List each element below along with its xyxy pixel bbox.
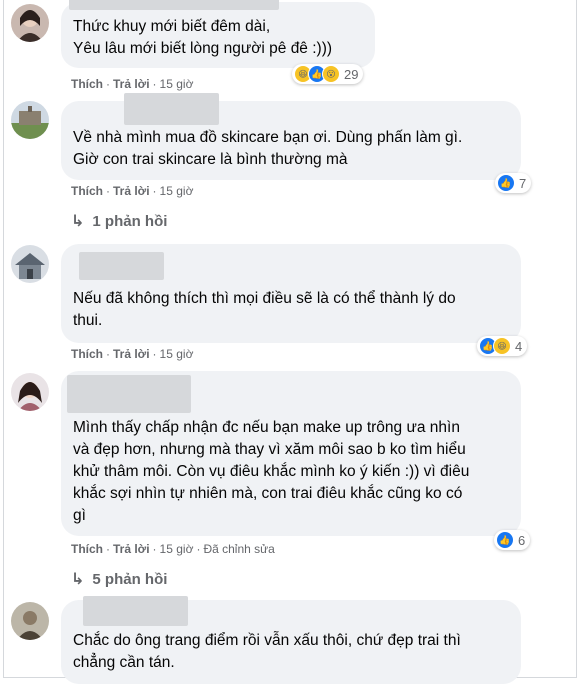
avatar[interactable] xyxy=(11,4,49,42)
haha-icon: 😆 xyxy=(493,337,511,355)
timestamp[interactable]: 15 giờ xyxy=(160,347,194,361)
comment-actions: Thích · Trả lời · 15 giờ · Đã chỉnh sửa xyxy=(71,542,275,556)
edited-label: Đã chỉnh sửa xyxy=(203,542,275,556)
avatar[interactable] xyxy=(11,602,49,640)
reaction-summary[interactable]: 👍 6 xyxy=(494,530,531,550)
reply-arrow-icon: ↳ xyxy=(71,213,85,230)
redacted-name xyxy=(69,0,279,10)
comment-text: Mình thấy chấp nhận đc nếu bạn make up t… xyxy=(73,419,470,524)
redacted-name xyxy=(79,252,164,280)
reply-link[interactable]: Trả lời xyxy=(113,184,150,198)
comment-bubble: Nếu đã không thích thì mọi điều sẽ là có… xyxy=(61,244,521,343)
like-icon: 👍 xyxy=(496,531,514,549)
view-replies-link[interactable]: ↳ 5 phản hồi xyxy=(71,569,167,589)
reaction-count: 7 xyxy=(519,175,527,191)
comment-bubble: Thức khuy mới biết đêm dài, Yêu lâu mới … xyxy=(61,0,375,68)
reaction-summary[interactable]: 😆 👍 😮 29 xyxy=(292,64,364,84)
comment-actions: Thích · Trả lời · 15 giờ xyxy=(71,77,194,91)
like-link[interactable]: Thích xyxy=(71,347,103,361)
reaction-summary[interactable]: 👍 7 xyxy=(495,173,532,193)
comment-text: Về nhà mình mua đồ skincare bạn ơi. Dùng… xyxy=(73,129,463,168)
comment-bubble: Mình thấy chấp nhận đc nếu bạn make up t… xyxy=(61,371,521,536)
avatar[interactable] xyxy=(11,373,49,411)
reply-link[interactable]: Trả lời xyxy=(113,542,150,556)
reaction-count: 4 xyxy=(515,338,523,354)
timestamp[interactable]: 15 giờ xyxy=(160,542,194,556)
comment-text: Nếu đã không thích thì mọi điều sẽ là có… xyxy=(73,290,456,329)
like-link[interactable]: Thích xyxy=(71,184,103,198)
replies-count: 1 phản hồi xyxy=(92,212,168,230)
redacted-name xyxy=(124,93,219,125)
reply-arrow-icon: ↳ xyxy=(71,571,85,588)
reaction-count: 29 xyxy=(344,66,359,82)
redacted-name xyxy=(67,375,191,413)
reply-link[interactable]: Trả lời xyxy=(113,77,150,91)
comment-bubble: Chắc do ông trang điểm rồi vẫn xấu thôi,… xyxy=(61,596,521,684)
timestamp[interactable]: 15 giờ xyxy=(160,77,194,91)
redacted-name xyxy=(83,596,188,626)
comment-text: Chắc do ông trang điểm rồi vẫn xấu thôi,… xyxy=(73,632,461,671)
avatar[interactable] xyxy=(11,101,49,139)
like-link[interactable]: Thích xyxy=(71,77,103,91)
view-replies-link[interactable]: ↳ 1 phản hồi xyxy=(71,211,167,231)
reply-link[interactable]: Trả lời xyxy=(113,347,150,361)
comment-actions: Thích · Trả lời · 15 giờ xyxy=(71,184,194,198)
comment-actions: Thích · Trả lời · 15 giờ xyxy=(71,347,194,361)
like-icon: 👍 xyxy=(497,174,515,192)
comment-bubble: Về nhà mình mua đồ skincare bạn ơi. Dùng… xyxy=(61,93,521,180)
replies-count: 5 phản hồi xyxy=(92,570,168,588)
comment-text: Thức khuy mới biết đêm dài, Yêu lâu mới … xyxy=(73,18,333,57)
avatar[interactable] xyxy=(11,245,49,283)
wow-icon: 😮 xyxy=(322,65,340,83)
reaction-summary[interactable]: 👍 😆 4 xyxy=(477,336,528,356)
like-link[interactable]: Thích xyxy=(71,542,103,556)
reaction-count: 6 xyxy=(518,532,526,548)
timestamp[interactable]: 15 giờ xyxy=(160,184,194,198)
